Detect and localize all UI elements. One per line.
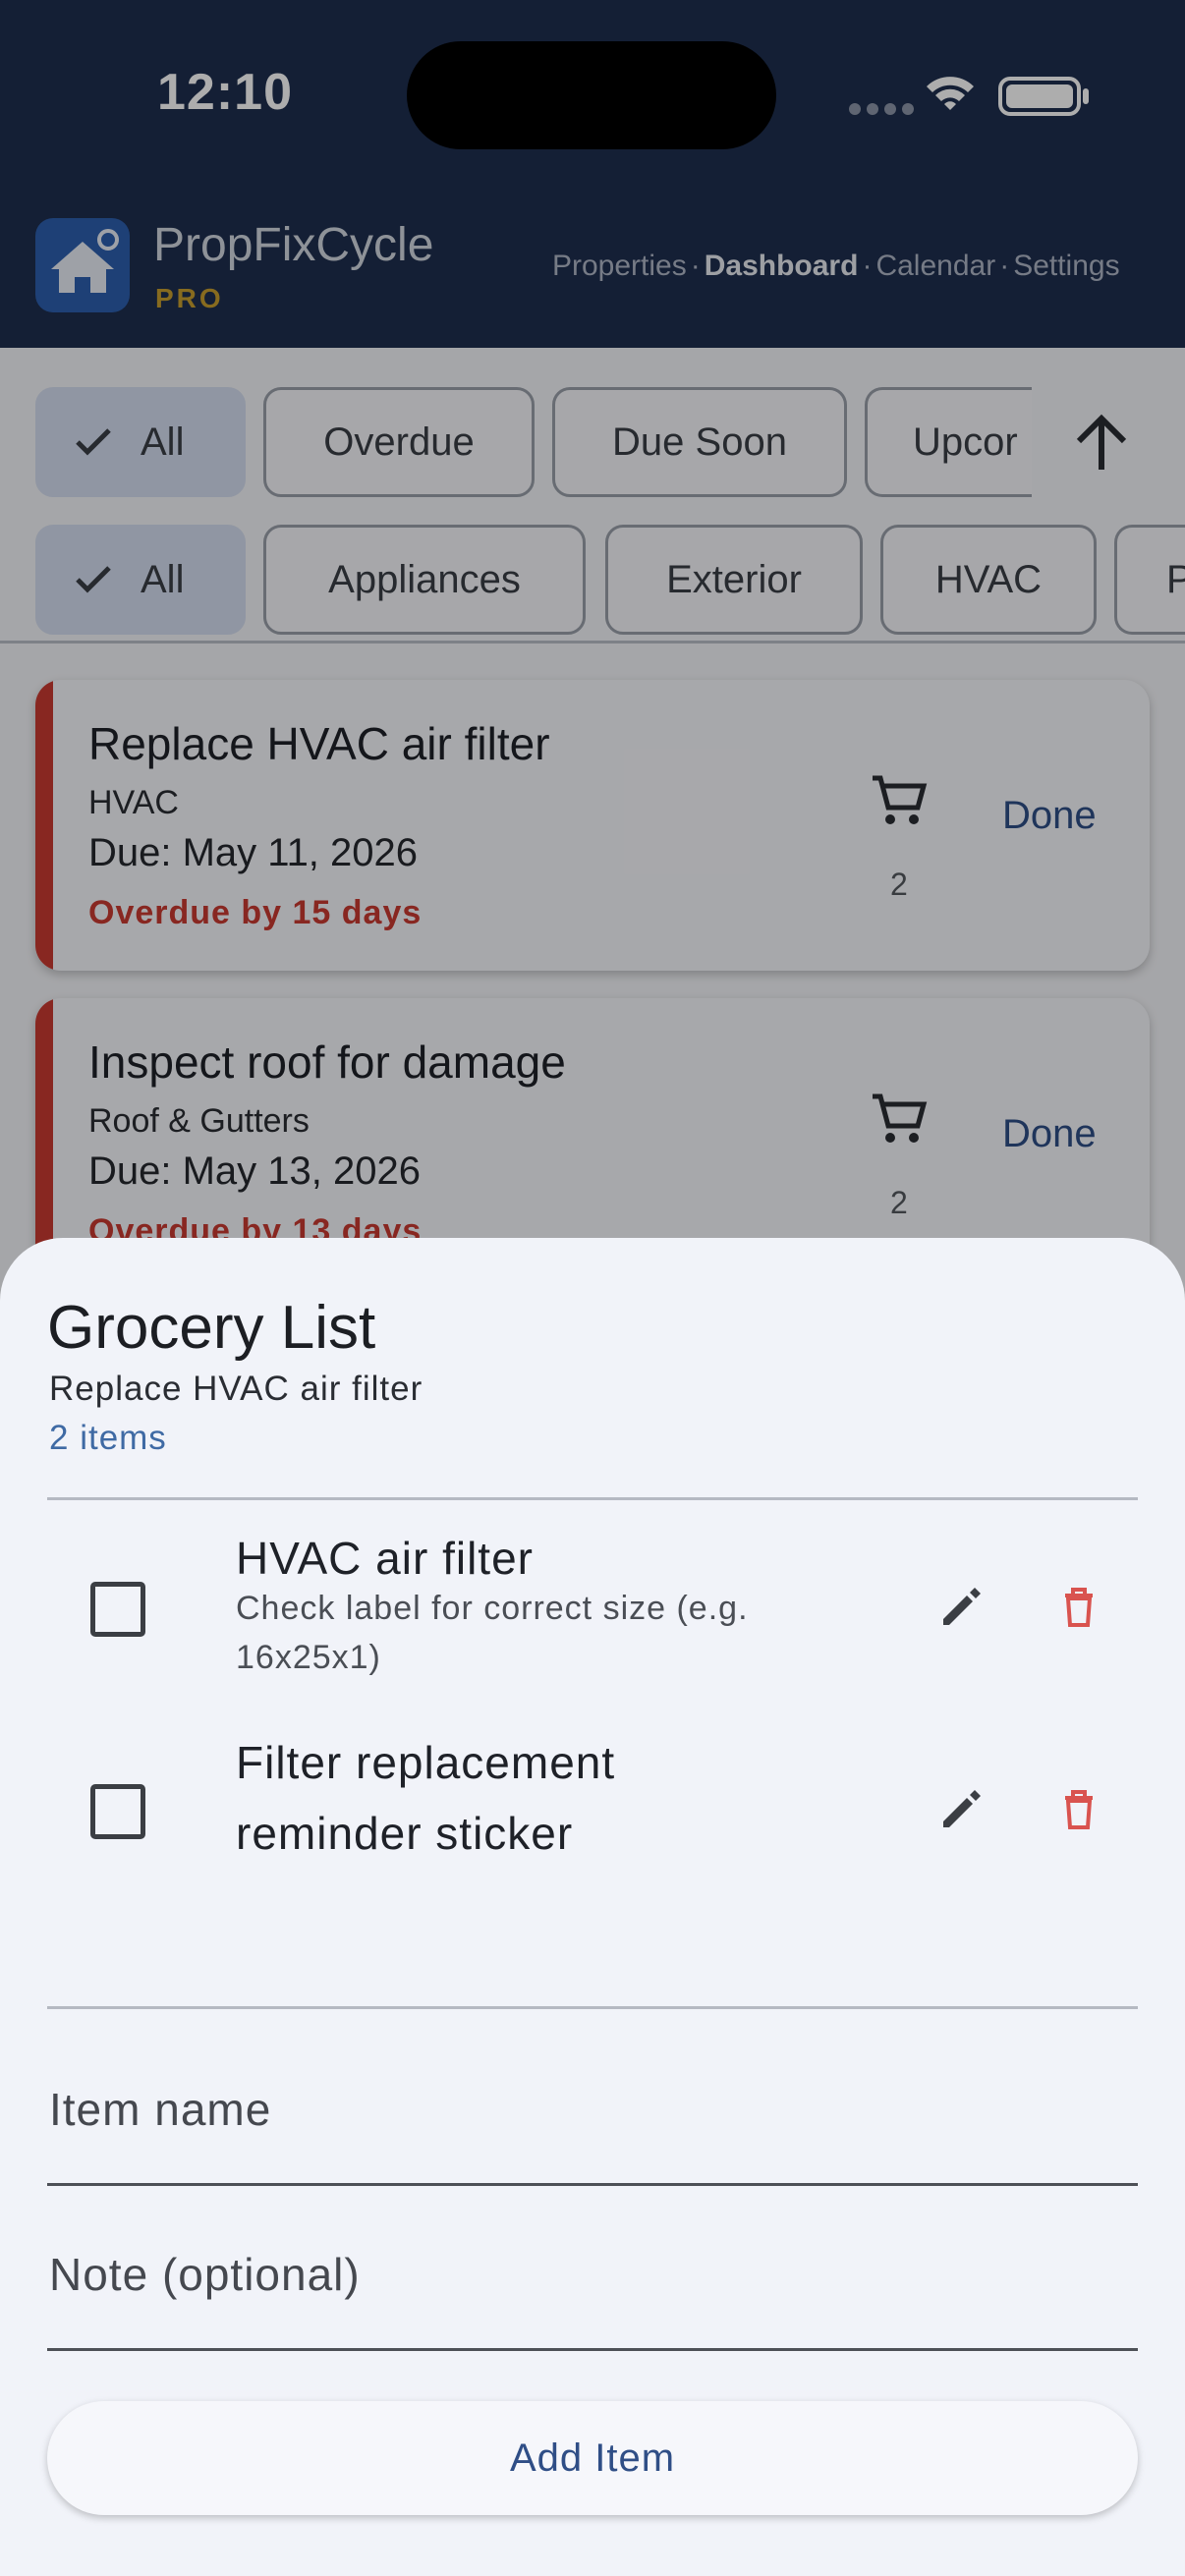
- item-checkbox[interactable]: [90, 1582, 145, 1637]
- pencil-icon[interactable]: [933, 1580, 988, 1640]
- item-name-field[interactable]: Item name: [49, 2083, 271, 2136]
- sheet-title: Grocery List: [47, 1294, 376, 1362]
- divider: [47, 2006, 1138, 2009]
- grocery-list-sheet: Grocery List Replace HVAC air filter 2 i…: [0, 1238, 1185, 2576]
- item-checkbox[interactable]: [90, 1784, 145, 1839]
- list-item: Filter replacement reminder sticker: [0, 1727, 1185, 1904]
- divider: [47, 1497, 1138, 1500]
- add-item-button[interactable]: Add Item: [47, 2401, 1138, 2515]
- note-field[interactable]: Note (optional): [49, 2248, 361, 2301]
- trash-icon[interactable]: [1051, 1782, 1106, 1842]
- pencil-icon[interactable]: [933, 1782, 988, 1842]
- item-count: 2 items: [49, 1419, 167, 1457]
- note-underline: [47, 2348, 1138, 2351]
- sheet-subtitle: Replace HVAC air filter: [49, 1370, 423, 1408]
- item-name: Filter replacement reminder sticker: [236, 1737, 616, 1859]
- trash-icon[interactable]: [1051, 1580, 1106, 1640]
- item-note: Check label for correct size (e.g. 16x25…: [236, 1590, 749, 1676]
- item-name-underline: [47, 2183, 1138, 2186]
